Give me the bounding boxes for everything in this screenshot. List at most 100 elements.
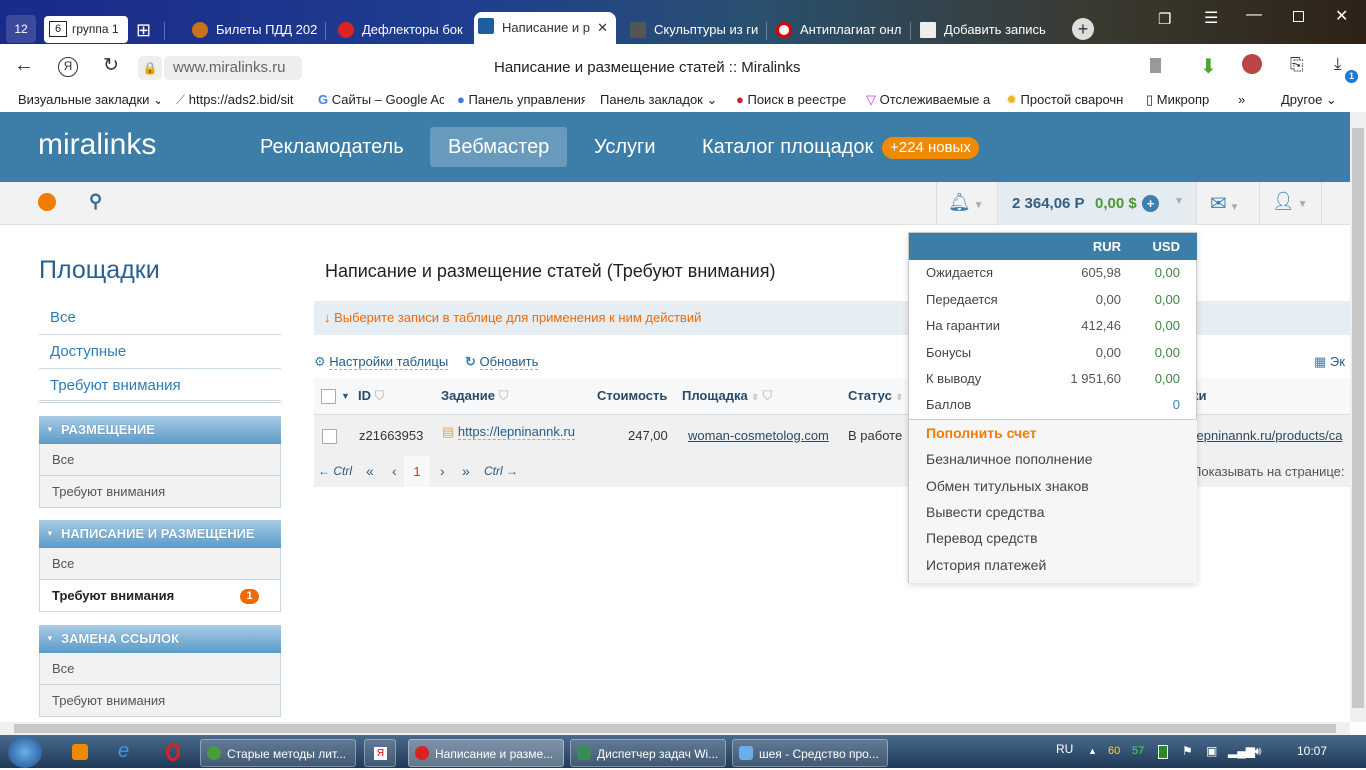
nav-services[interactable]: Услуги [576, 127, 674, 167]
new-tab-button[interactable]: + [1072, 18, 1094, 40]
section-item-active[interactable]: Требуют внимания 1 [39, 580, 281, 612]
url-field[interactable]: www.miralinks.ru [164, 56, 302, 80]
pager-first[interactable]: « [366, 456, 374, 487]
balance-button[interactable]: 2 364,06 Р 0,00 $ + ▼ [997, 182, 1197, 225]
row-site[interactable]: woman-cosmetolog.com [688, 415, 829, 457]
bookmarks-panel-icon[interactable]: ❐ [1158, 10, 1171, 28]
tab[interactable]: Скульптуры из ги [626, 16, 766, 44]
minimize-button[interactable]: — [1246, 6, 1262, 24]
yandex-taskbar-icon[interactable]: Я [364, 739, 396, 767]
horizontal-scrollbar[interactable] [0, 722, 1350, 735]
select-all-checkbox[interactable] [321, 389, 336, 404]
col-price[interactable]: Стоимость [597, 378, 667, 414]
row-link[interactable]: /lepninannk.ru/products/ca [1190, 415, 1350, 457]
refresh-button[interactable]: ↻ Обновить [465, 354, 539, 370]
tray-expand-icon[interactable]: ▲ [1088, 735, 1097, 768]
yandex-icon[interactable]: Я [58, 57, 78, 77]
back-icon[interactable]: ← [14, 54, 34, 77]
download-extension-icon[interactable]: ⬇ [1200, 54, 1217, 79]
menu-icon[interactable]: ☰ [1204, 8, 1218, 28]
device-icon[interactable]: ▣ [1206, 735, 1217, 768]
maximize-button[interactable] [1293, 11, 1304, 22]
add-funds-icon[interactable]: + [1142, 195, 1159, 212]
menu-item[interactable]: Безналичное пополнение [926, 451, 1093, 467]
taskbar-task[interactable]: Диспетчер задач Wi... [570, 739, 726, 767]
ie-icon[interactable]: e [118, 740, 129, 763]
pager-page[interactable]: 1 [404, 456, 430, 487]
bookmark-icon[interactable] [1150, 58, 1161, 73]
section-item[interactable]: Требуют внимания [39, 476, 281, 508]
tab-active[interactable]: Написание и р ✕ [474, 12, 616, 44]
reload-icon[interactable]: ↻ [103, 54, 119, 77]
pager-next[interactable]: › [440, 456, 445, 487]
search-icon[interactable]: ⚲ [89, 191, 102, 212]
topup-link[interactable]: Пополнить счет [926, 425, 1037, 441]
downloads-icon[interactable]: ⤓ [1334, 54, 1342, 74]
bookmark-folder[interactable]: Панель закладок ⌄ [600, 92, 720, 108]
sidebar-icon[interactable]: ⎘ [1290, 55, 1304, 75]
opera-icon[interactable] [166, 743, 180, 761]
bookmark-item[interactable]: ▯ Микропр [1146, 92, 1226, 108]
sidebar-link-attention[interactable]: Требуют внимания [39, 369, 281, 403]
bookmarks-other[interactable]: Другое ⌄ [1281, 92, 1337, 108]
vertical-scrollbar[interactable] [1350, 112, 1366, 722]
taskbar-task[interactable]: Старые методы лит... [200, 739, 356, 767]
language-indicator[interactable]: RU [1056, 737, 1073, 770]
section-placement[interactable]: РАЗМЕЩЕНИЕ [39, 416, 281, 444]
menu-item[interactable]: Перевод средств [926, 530, 1038, 546]
row-task[interactable]: ▤ https://lepninannk.ru [442, 411, 575, 453]
globe-icon[interactable] [38, 193, 56, 211]
tab[interactable]: Антиплагиат онл [772, 16, 908, 44]
table-settings-button[interactable]: ⚙ Настройки таблицы [314, 354, 449, 370]
taskbar-task[interactable]: шея - Средство про... [732, 739, 888, 767]
close-tab-icon[interactable]: ✕ [597, 12, 608, 44]
pager-last[interactable]: » [462, 456, 470, 487]
taskbar-task-active[interactable]: Написание и разме... [408, 739, 564, 767]
flag-icon[interactable]: ⚑ [1182, 735, 1193, 768]
menu-item[interactable]: История платежей [926, 557, 1046, 573]
close-window-button[interactable]: ✕ [1335, 6, 1348, 26]
col-status[interactable]: Статус ⬍ [848, 378, 903, 415]
bookmark-item[interactable]: Визуальные закладки ⌄ [18, 92, 160, 108]
tab[interactable]: Дефлекторы бок [334, 16, 466, 44]
bookmark-item[interactable]: ● Поиск в реестре [736, 92, 856, 107]
section-link-replace[interactable]: ЗАМЕНА ССЫЛОК [39, 625, 281, 653]
section-writing[interactable]: НАПИСАНИЕ И РАЗМЕЩЕНИЕ [39, 520, 281, 548]
bookmark-item[interactable]: G Сайты – Google Ac [318, 92, 444, 107]
pager-prev[interactable]: ‹ [392, 456, 397, 487]
bookmark-item[interactable]: ⟋ https://ads2.bid/sit [176, 92, 306, 108]
select-menu-icon[interactable]: ▼ [341, 378, 350, 414]
col-task[interactable]: Задание ⛉ [441, 378, 508, 414]
media-player-icon[interactable] [72, 744, 88, 760]
clock[interactable]: 10:07 [1297, 735, 1327, 768]
tab[interactable]: Билеты ПДД 202 [188, 16, 318, 44]
sidebar-link-all[interactable]: Все [39, 301, 281, 335]
row-checkbox[interactable] [322, 429, 337, 444]
new-group-icon[interactable]: ⊞ [136, 20, 151, 41]
bookmarks-more[interactable]: » [1238, 92, 1245, 107]
col-id[interactable]: ID ⛉ [358, 378, 384, 414]
nav-webmaster[interactable]: Вебмастер [430, 127, 568, 167]
messages-button[interactable]: ✉ ▼ [1210, 191, 1239, 216]
start-button[interactable] [8, 736, 42, 768]
menu-item[interactable]: Обмен титульных знаков [926, 478, 1089, 494]
tab[interactable]: Добавить запись [916, 16, 1050, 44]
section-item[interactable]: Все [39, 548, 281, 580]
sidebar-link-available[interactable]: Доступные [39, 335, 281, 369]
bookmark-item[interactable]: ▽ Отслеживаемые а [866, 92, 994, 108]
menu-item[interactable]: Вывести средства [926, 504, 1045, 520]
export-button[interactable]: ▦ Эк [1314, 354, 1350, 370]
volume-icon[interactable]: 🔊︎ [1254, 735, 1262, 768]
notifications-button[interactable]: 🔔︎ ▼ [948, 192, 984, 213]
network-icon[interactable]: ▂▄▆ [1228, 735, 1255, 768]
tab-groups-button[interactable]: 12 [6, 15, 36, 43]
nav-advertiser[interactable]: Рекламодатель [242, 127, 422, 167]
extension-icon[interactable] [1242, 54, 1262, 74]
col-site[interactable]: Площадка ⬍ ⛉ [682, 378, 772, 415]
bookmark-item[interactable]: ✹ Простой сварочн [1006, 92, 1134, 108]
tab-group-chip[interactable]: 6 группа 1 [44, 16, 128, 43]
bookmark-item[interactable]: ● Панель управления [457, 92, 585, 107]
user-menu-button[interactable]: 👤︎ ▼ [1272, 191, 1308, 212]
section-item[interactable]: Все [39, 444, 281, 476]
section-item[interactable]: Требуют внимания [39, 685, 281, 717]
